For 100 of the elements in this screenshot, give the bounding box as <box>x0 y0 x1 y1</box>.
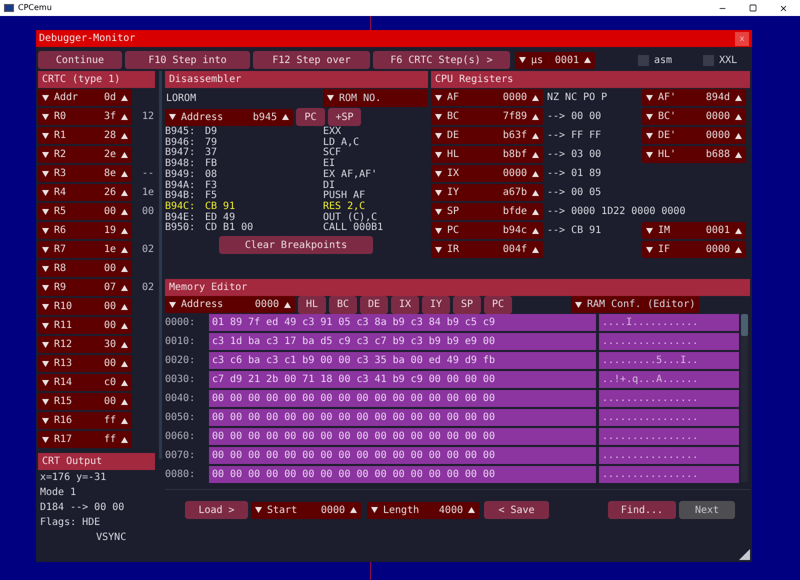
number-field[interactable]: Address 0000 <box>165 296 295 313</box>
caret-up-icon[interactable] <box>121 398 128 404</box>
caret-up-icon[interactable] <box>121 284 128 290</box>
number-field[interactable]: HL' b688 <box>642 146 746 163</box>
hex-bytes-field[interactable]: 00 00 00 00 00 00 00 00 00 00 00 00 00 00 00 00 <box>209 390 596 407</box>
ascii-field[interactable]: ................ <box>599 390 739 407</box>
number-field[interactable]: R1 28 <box>38 127 132 144</box>
number-field[interactable]: SP bfde <box>431 203 543 220</box>
ascii-field[interactable]: ....I........... <box>599 314 739 331</box>
caret-up-icon[interactable] <box>735 228 742 234</box>
toolbar-button[interactable]: F10 Step into <box>125 51 250 69</box>
caret-down-icon[interactable] <box>435 246 442 252</box>
number-field[interactable]: Length 4000 <box>367 502 479 518</box>
hex-bytes-field[interactable]: c7 d9 21 2b 00 71 18 00 c3 41 b9 c9 00 00 00 00 <box>209 371 596 388</box>
number-field[interactable]: R3 8e <box>38 165 132 182</box>
caret-down-icon[interactable] <box>646 228 653 234</box>
number-field[interactable]: R2 2e <box>38 146 132 163</box>
caret-down-icon[interactable] <box>435 190 442 196</box>
caret-down-icon[interactable] <box>42 208 49 214</box>
hex-bytes-field[interactable]: c3 c6 ba c3 c1 b9 00 00 c3 35 ba 00 ed 49 d9 fb <box>209 352 596 369</box>
caret-down-icon[interactable] <box>42 228 49 234</box>
caret-up-icon[interactable] <box>532 190 539 196</box>
caret-down-icon[interactable] <box>435 152 442 158</box>
number-field[interactable]: R0 3f <box>38 108 132 125</box>
number-field[interactable]: AF 0000 <box>431 89 543 106</box>
caret-down-icon[interactable] <box>519 57 526 63</box>
caret-up-icon[interactable] <box>735 132 742 138</box>
caret-down-icon[interactable] <box>646 152 653 158</box>
number-field[interactable]: R8 00 <box>38 260 132 277</box>
number-field[interactable]: R12 30 <box>38 336 132 353</box>
register-button[interactable]: PC <box>484 296 512 314</box>
caret-down-icon[interactable] <box>435 208 442 214</box>
jump-button[interactable]: PC <box>296 108 325 126</box>
number-field[interactable]: BC' 0000 <box>642 108 746 125</box>
caret-up-icon[interactable] <box>121 208 128 214</box>
checkbox[interactable] <box>638 54 649 66</box>
clear-breakpoints-button[interactable]: Clear Breakpoints <box>219 236 373 254</box>
caret-up-icon[interactable] <box>121 190 128 196</box>
caret-up-icon[interactable] <box>350 507 357 513</box>
close-icon[interactable] <box>779 4 788 12</box>
caret-up-icon[interactable] <box>532 170 539 176</box>
caret-up-icon[interactable] <box>532 152 539 158</box>
caret-up-icon[interactable] <box>121 170 128 176</box>
number-field[interactable]: R7 1e <box>38 241 132 258</box>
caret-up-icon[interactable] <box>735 114 742 120</box>
caret-up-icon[interactable] <box>121 342 128 348</box>
register-button[interactable]: SP <box>453 296 481 314</box>
caret-up-icon[interactable] <box>282 114 289 120</box>
caret-down-icon[interactable] <box>42 380 49 386</box>
caret-down-icon[interactable] <box>42 304 49 310</box>
number-field[interactable]: µs 0001 <box>515 52 595 68</box>
hex-bytes-field[interactable]: 00 00 00 00 00 00 00 00 00 00 00 00 00 00 00 00 <box>209 409 596 426</box>
caret-up-icon[interactable] <box>735 246 742 252</box>
number-field[interactable]: R9 07 <box>38 279 132 296</box>
caret-down-icon[interactable] <box>42 398 49 404</box>
number-field[interactable]: IX 0000 <box>431 165 543 182</box>
number-field[interactable]: HL b8bf <box>431 146 543 163</box>
caret-up-icon[interactable] <box>121 94 128 100</box>
maximize-icon[interactable] <box>749 4 757 12</box>
caret-up-icon[interactable] <box>532 246 539 252</box>
caret-down-icon[interactable] <box>42 418 49 424</box>
caret-up-icon[interactable] <box>532 228 539 234</box>
save-button[interactable]: < Save <box>484 501 549 519</box>
caret-down-icon[interactable] <box>255 507 262 513</box>
caret-up-icon[interactable] <box>121 266 128 272</box>
caret-down-icon[interactable] <box>42 360 49 366</box>
number-field[interactable]: IY a67b <box>431 184 543 201</box>
caret-up-icon[interactable] <box>121 418 128 424</box>
caret-up-icon[interactable] <box>735 152 742 158</box>
toolbar-button[interactable]: F6 CRTC Step(s) > <box>373 51 510 69</box>
caret-up-icon[interactable] <box>584 57 591 63</box>
caret-down-icon[interactable] <box>42 114 49 120</box>
hex-bytes-field[interactable]: 01 89 7f ed 49 c3 91 05 c3 8a b9 c3 84 b9 c5 c9 <box>209 314 596 331</box>
number-field[interactable]: Start 0000 <box>251 502 361 518</box>
hex-bytes-field[interactable]: 00 00 00 00 00 00 00 00 00 00 00 00 00 00 00 00 <box>209 447 596 464</box>
rom-dropdown[interactable]: ROM NO. <box>323 89 428 107</box>
resize-grip-icon[interactable] <box>739 549 750 560</box>
caret-down-icon[interactable] <box>42 436 49 442</box>
caret-down-icon[interactable] <box>42 246 49 252</box>
hex-bytes-field[interactable]: 00 00 00 00 00 00 00 00 00 00 00 00 00 00 00 00 <box>209 428 596 445</box>
number-field[interactable]: R14 c0 <box>38 374 132 391</box>
number-field[interactable]: R17 ff <box>38 431 132 448</box>
caret-up-icon[interactable] <box>121 228 128 234</box>
ram-config-dropdown[interactable]: RAM Conf. (Editor) <box>571 296 700 313</box>
number-field[interactable]: IR 004f <box>431 241 543 258</box>
caret-down-icon[interactable] <box>169 114 176 120</box>
caret-up-icon[interactable] <box>121 322 128 328</box>
toolbar-button[interactable]: Continue <box>38 51 122 69</box>
caret-up-icon[interactable] <box>284 302 291 308</box>
caret-down-icon[interactable] <box>435 228 442 234</box>
caret-up-icon[interactable] <box>121 152 128 158</box>
number-field[interactable]: R6 19 <box>38 222 132 239</box>
jump-button[interactable]: +SP <box>328 108 361 126</box>
number-field[interactable]: BC 7f89 <box>431 108 543 125</box>
ascii-field[interactable]: ..!+.q...A...... <box>599 371 739 388</box>
caret-up-icon[interactable] <box>532 208 539 214</box>
caret-up-icon[interactable] <box>121 436 128 442</box>
caret-down-icon[interactable] <box>371 507 378 513</box>
number-field[interactable]: DE' 0000 <box>642 127 746 144</box>
number-field[interactable]: Address b945 <box>165 108 293 126</box>
